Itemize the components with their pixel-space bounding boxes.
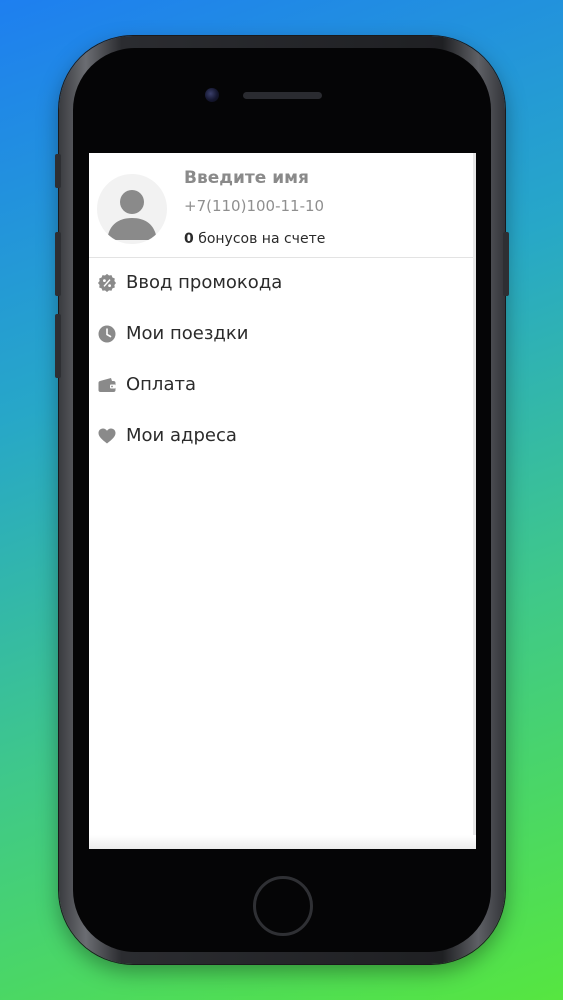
name-placeholder[interactable]: Введите имя [184, 168, 309, 188]
menu-item-label: Мои поездки [126, 323, 249, 344]
menu-item-my-trips[interactable]: Мои поездки [89, 308, 473, 359]
wallet-icon [98, 376, 116, 394]
bonus-balance: 0 бонусов на счете [184, 231, 325, 247]
front-camera-icon [205, 88, 219, 102]
person-icon [107, 190, 157, 240]
avatar[interactable] [97, 174, 167, 244]
clock-icon [98, 325, 116, 343]
menu-item-payment[interactable]: Оплата [89, 359, 473, 410]
drawer-menu: Ввод промокода Мои поездки Оплата Мои ад… [89, 257, 473, 461]
promo-badge-icon [98, 273, 116, 292]
profile-header[interactable]: Введите имя +7(110)100-11-10 0 бонусов н… [89, 153, 473, 258]
drawer-bottom-shade [89, 835, 476, 849]
menu-item-my-addresses[interactable]: Мои адреса [89, 410, 473, 461]
heart-icon [98, 427, 116, 445]
power-button [503, 232, 509, 296]
menu-item-label: Ввод промокода [126, 272, 283, 293]
phone-number: +7(110)100-11-10 [184, 197, 325, 215]
earpiece-speaker [243, 92, 322, 99]
volume-down-button [55, 314, 61, 378]
menu-item-label: Оплата [126, 374, 196, 395]
volume-up-button [55, 232, 61, 296]
app-screen: Введите имя +7(110)100-11-10 0 бонусов н… [89, 153, 476, 849]
menu-item-label: Мои адреса [126, 425, 237, 446]
menu-item-promo-code[interactable]: Ввод промокода [89, 257, 473, 308]
drawer-edge-divider [473, 153, 476, 849]
home-button [253, 876, 313, 936]
silent-switch [55, 154, 61, 188]
bonus-text: бонусов на счете [198, 231, 326, 247]
bonus-count: 0 [184, 231, 194, 247]
